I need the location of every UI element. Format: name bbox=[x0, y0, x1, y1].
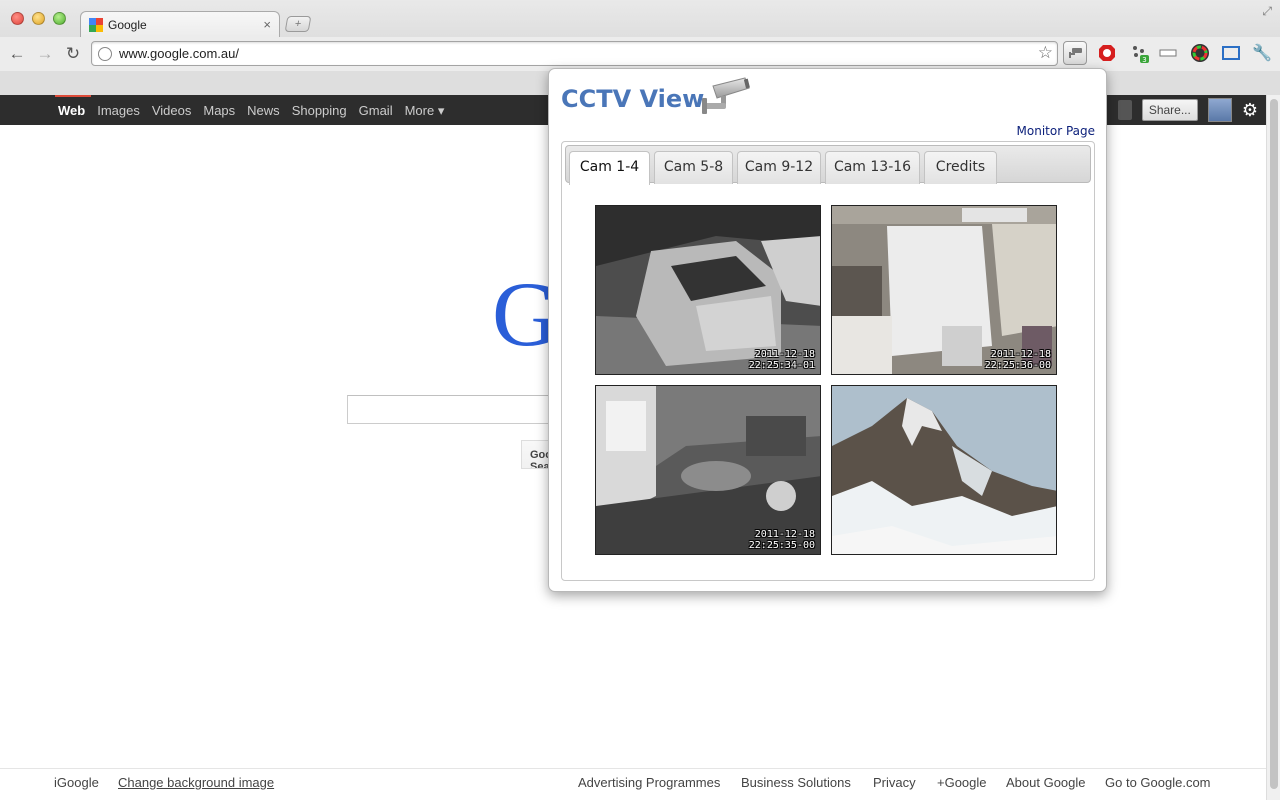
footer-privacy[interactable]: Privacy bbox=[873, 775, 916, 790]
url-text[interactable]: www.google.com.au/ bbox=[119, 46, 239, 61]
tab-cam-13-16[interactable]: Cam 13-16 bbox=[825, 151, 920, 184]
badge-count: 3 bbox=[1142, 56, 1146, 63]
footer-igoogle[interactable]: iGoogle bbox=[54, 775, 99, 790]
window-controls bbox=[11, 12, 66, 25]
cctv-extension-icon[interactable] bbox=[1063, 41, 1087, 65]
tab-title: Google bbox=[108, 17, 147, 32]
footer-plus-google[interactable]: +Google bbox=[937, 775, 987, 790]
address-bar[interactable]: www.google.com.au/ ☆ bbox=[91, 41, 1058, 66]
footer-change-background[interactable]: Change background image bbox=[118, 775, 274, 790]
cam-tab-panel: Cam 1-4 Cam 5-8 Cam 9-12 Cam 13-16 Credi… bbox=[561, 141, 1095, 581]
footer-business[interactable]: Business Solutions bbox=[741, 775, 851, 790]
google-nav: Web Images Videos Maps News Shopping Gma… bbox=[58, 103, 444, 119]
nav-gmail[interactable]: Gmail bbox=[359, 103, 393, 119]
globe-icon bbox=[98, 47, 112, 61]
google-favicon-icon bbox=[89, 17, 103, 32]
tab-close-icon[interactable]: × bbox=[263, 17, 271, 32]
footer: iGoogle Change background image Advertis… bbox=[0, 768, 1266, 800]
monitor-page-link[interactable]: Monitor Page bbox=[1017, 124, 1095, 138]
cam-tab-bar: Cam 1-4 Cam 5-8 Cam 9-12 Cam 13-16 Credi… bbox=[565, 145, 1091, 185]
network-extension-icon[interactable]: 3 bbox=[1128, 41, 1152, 65]
tab-credits[interactable]: Credits bbox=[924, 151, 997, 184]
nav-news[interactable]: News bbox=[247, 103, 280, 119]
camera-1-timestamp: 2011-12-18 22:25:34-01 bbox=[748, 349, 815, 371]
nav-images[interactable]: Images bbox=[97, 103, 140, 119]
browser-tab[interactable]: Google × bbox=[80, 11, 280, 37]
fullscreen-icon[interactable]: ⤢ bbox=[1262, 4, 1272, 19]
gear-icon[interactable]: ⚙ bbox=[1242, 100, 1258, 121]
minimize-window-button[interactable] bbox=[32, 12, 45, 25]
gbar-right: Share... ⚙ bbox=[1117, 98, 1258, 122]
cctv-camera-icon bbox=[702, 77, 750, 114]
nav-more[interactable]: More ▾ bbox=[405, 103, 445, 119]
nav-maps[interactable]: Maps bbox=[203, 103, 235, 119]
camera-2-timestamp: 2011-12-18 22:25:36-00 bbox=[984, 349, 1051, 371]
screen-capture-icon[interactable] bbox=[1219, 41, 1243, 65]
footer-advertising[interactable]: Advertising Programmes bbox=[578, 775, 720, 790]
camera-feed-3[interactable]: 2011-12-18 22:25:35-00 bbox=[595, 385, 821, 555]
new-tab-button[interactable]: + bbox=[284, 16, 312, 32]
nav-videos[interactable]: Videos bbox=[152, 103, 192, 119]
active-nav-indicator bbox=[55, 95, 91, 97]
tab-cam-1-4[interactable]: Cam 1-4 bbox=[569, 151, 650, 185]
minus-extension-icon[interactable] bbox=[1156, 41, 1180, 65]
footer-go-to-google[interactable]: Go to Google.com bbox=[1105, 775, 1211, 790]
bookmark-star-icon[interactable]: ☆ bbox=[1038, 43, 1053, 63]
scrollbar-thumb[interactable] bbox=[1270, 99, 1278, 789]
camera-feed-2[interactable]: 2011-12-18 22:25:36-00 bbox=[831, 205, 1057, 375]
close-window-button[interactable] bbox=[11, 12, 24, 25]
zoom-window-button[interactable] bbox=[53, 12, 66, 25]
tab-cam-9-12[interactable]: Cam 9-12 bbox=[737, 151, 821, 184]
reload-button[interactable]: ↻ bbox=[62, 43, 84, 65]
cctv-popup: CCTV View Monitor Page Cam 1-4 Cam 5-8 C… bbox=[548, 68, 1107, 592]
avatar[interactable] bbox=[1207, 98, 1232, 122]
browser-toolbar: ← → ↻ www.google.com.au/ ☆ 3 🔧 bbox=[0, 37, 1280, 71]
stop-extension-icon[interactable] bbox=[1095, 41, 1119, 65]
nav-web[interactable]: Web bbox=[58, 103, 85, 119]
forward-button[interactable]: → bbox=[34, 43, 56, 65]
camera-feed-4[interactable] bbox=[831, 385, 1057, 555]
share-button[interactable]: Share... bbox=[1141, 99, 1198, 121]
popup-title: CCTV View bbox=[561, 85, 705, 113]
search-input[interactable] bbox=[347, 395, 567, 424]
camera-4-image bbox=[832, 386, 1056, 554]
nav-shopping[interactable]: Shopping bbox=[292, 103, 347, 119]
camera-feed-1[interactable]: 2011-12-18 22:25:34-01 bbox=[595, 205, 821, 375]
footer-about-google[interactable]: About Google bbox=[1006, 775, 1086, 790]
camera-3-timestamp: 2011-12-18 22:25:35-00 bbox=[748, 529, 815, 551]
color-wheel-extension-icon[interactable] bbox=[1188, 41, 1212, 65]
back-button[interactable]: ← bbox=[6, 43, 28, 65]
wrench-icon[interactable]: 🔧 bbox=[1250, 41, 1274, 65]
page-scrollbar[interactable] bbox=[1266, 95, 1280, 800]
tab-cam-5-8[interactable]: Cam 5-8 bbox=[654, 151, 733, 184]
gbar-search-stub[interactable] bbox=[1117, 100, 1132, 120]
